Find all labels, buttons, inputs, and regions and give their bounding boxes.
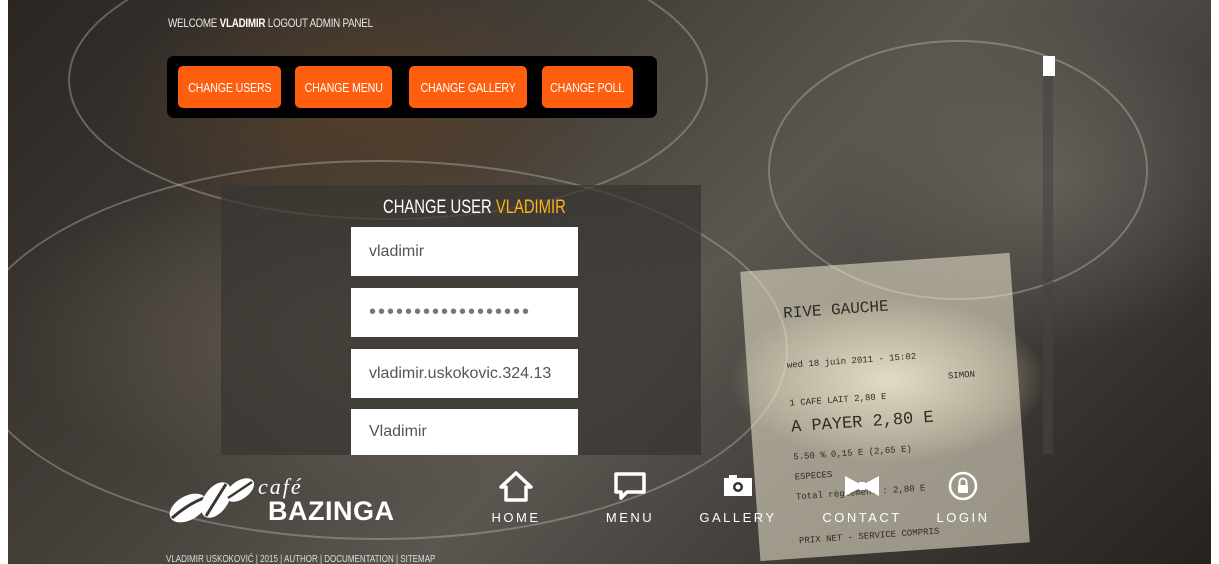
scrollbar-thumb[interactable] [1043,56,1055,76]
nav-home-label: HOME [491,510,541,525]
lock-icon [948,471,978,501]
logo-brand-text: BAZINGA [268,496,395,526]
bowtie-icon [845,476,879,496]
panel-title: CHANGE USER VLADIMIR [383,197,566,219]
receipt-line: wed 18 juin 2011 - 15:02 [786,351,917,371]
name-field[interactable] [351,409,578,455]
change-gallery-button[interactable]: CHANGE GALLERY [409,66,527,108]
change-menu-label: CHANGE MENU [304,79,383,95]
email-field[interactable] [351,349,578,398]
coffee-beans-icon [169,478,255,523]
password-field[interactable] [351,288,578,337]
receipt-line: 1 CAFE LAIT 2,80 E [789,391,887,409]
receipt-line: SIMON [947,369,976,382]
receipt-line: PRIX NET - SERVICE COMPRIS [798,526,940,547]
receipt-line: RIVE GAUCHE [782,297,890,323]
logout-link[interactable]: LOGOUT [268,16,308,30]
footer-links[interactable]: VLADIMIR USKOKOVIĆ | 2015 | AUTHOR | DOC… [166,554,435,564]
change-user-panel: CHANGE USER VLADIMIR [221,185,701,455]
camera-icon [724,475,752,496]
admin-toolbar: CHANGE USERS CHANGE MENU CHANGE GALLERY … [167,56,657,118]
nav-contact[interactable]: CONTACT [812,468,912,525]
nav-menu[interactable]: MENU [580,468,680,525]
nav-home[interactable]: HOME [466,468,566,525]
username-field[interactable] [351,227,578,276]
nav-contact-label: CONTACT [822,510,902,525]
change-poll-label: CHANGE POLL [550,79,625,95]
chat-icon [614,472,646,500]
change-poll-button[interactable]: CHANGE POLL [542,66,633,108]
nav-gallery-label: GALLERY [699,510,777,525]
receipt-line: 5.50 % 0,15 E (2,65 E) [792,444,913,463]
change-users-button[interactable]: CHANGE USERS [178,66,281,108]
nav-menu-label: MENU [605,510,655,525]
change-menu-button[interactable]: CHANGE MENU [295,66,392,108]
welcome-text: WELCOME [168,16,218,30]
change-gallery-label: CHANGE GALLERY [420,79,516,95]
nav-gallery[interactable]: GALLERY [688,468,788,525]
receipt-line: A PAYER 2,80 E [790,408,935,438]
home-icon [499,471,533,502]
welcome-bar: WELCOME VLADIMIR LOGOUT ADMIN PANEL [168,16,373,30]
nav-login[interactable]: LOGIN [913,468,1013,525]
panel-title-username: VLADIMIR [495,197,566,218]
site-logo[interactable]: café BAZINGA [166,466,416,532]
scrollbar-track[interactable] [1043,58,1053,454]
welcome-username: VLADIMIR [219,16,266,30]
nav-login-label: LOGIN [936,510,990,525]
panel-title-prefix: CHANGE USER [383,197,492,218]
change-users-label: CHANGE USERS [187,79,272,95]
admin-panel-link[interactable]: ADMIN PANEL [310,16,374,30]
